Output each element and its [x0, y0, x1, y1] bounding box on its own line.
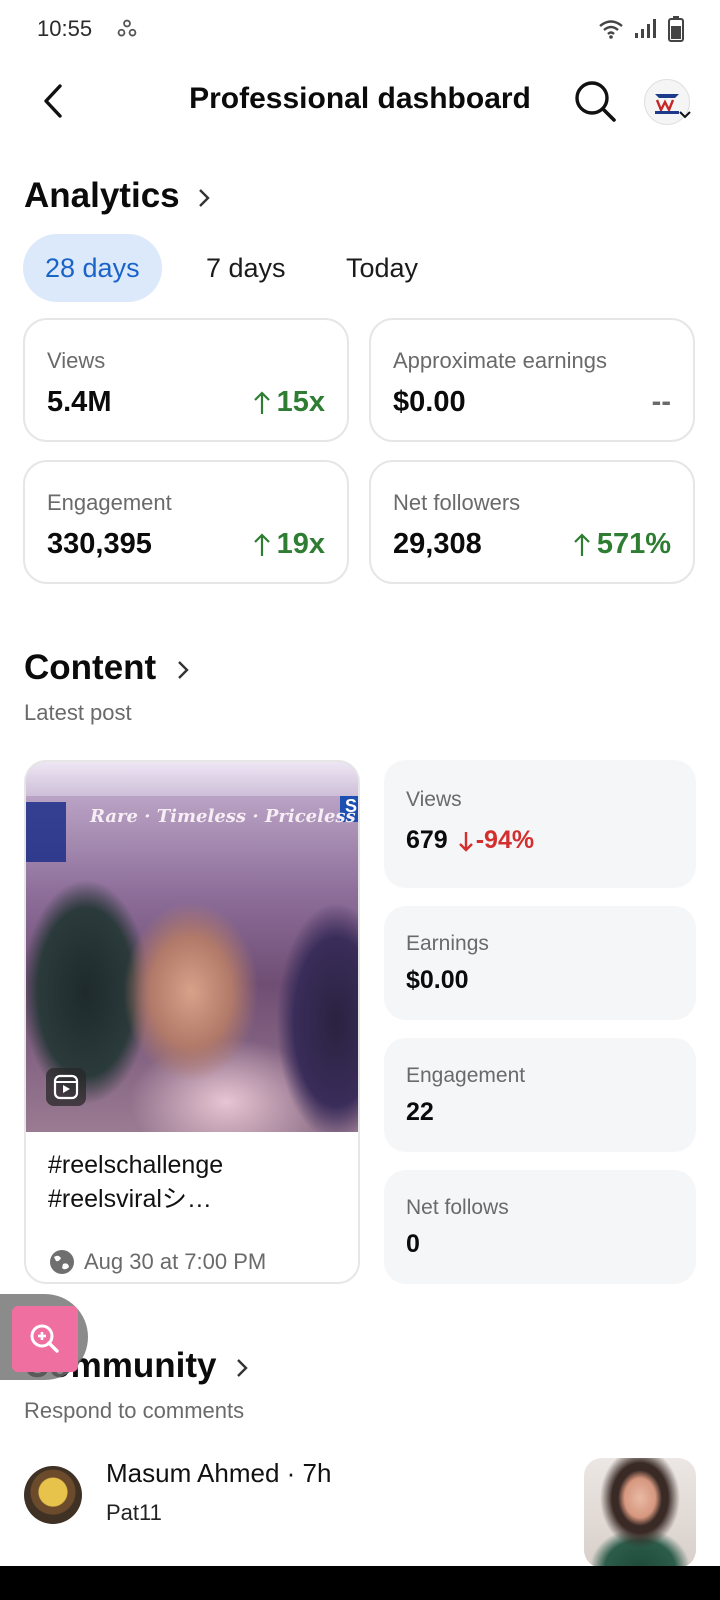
post-views-value: 679	[406, 826, 448, 854]
post-views-row: 679 -94%	[406, 826, 534, 855]
content-chevron-right-icon[interactable]	[175, 658, 191, 682]
post-earnings-label: Earnings	[406, 932, 489, 955]
reel-icon	[46, 1068, 86, 1106]
tab-today[interactable]: Today	[324, 234, 440, 302]
zoom-in-button[interactable]	[12, 1306, 78, 1372]
thumbnail-text: Rare · Timeless · Priceless	[90, 806, 356, 827]
tab-7-days[interactable]: 7 days	[184, 234, 308, 302]
post-earnings-stat[interactable]: Earnings $0.00	[384, 906, 696, 1020]
engagement-card[interactable]: Engagement 330,395 19x	[23, 460, 349, 584]
arrow-down-icon	[458, 831, 473, 852]
earnings-delta: --	[651, 386, 671, 418]
post-views-label: Views	[406, 788, 462, 811]
post-date-text: Aug 30 at 7:00 PM	[84, 1249, 267, 1274]
thumbnail-tag	[26, 802, 66, 862]
account-chevron-down-icon[interactable]	[678, 110, 692, 120]
zoom-in-icon	[30, 1324, 59, 1353]
sync-icon	[117, 19, 137, 37]
earnings-label: Approximate earnings	[393, 348, 608, 373]
arrow-up-icon	[574, 532, 590, 556]
content-title[interactable]: Content	[24, 648, 156, 688]
views-delta-value: 15x	[276, 386, 325, 418]
post-views-stat[interactable]: Views 679 -94%	[384, 760, 696, 888]
net-followers-label: Net followers	[393, 490, 521, 515]
post-engagement-value: 22	[406, 1098, 434, 1126]
content-subtitle: Latest post	[24, 700, 132, 725]
net-followers-delta: 571%	[573, 528, 671, 561]
engagement-label: Engagement	[47, 490, 172, 515]
views-label: Views	[47, 348, 106, 373]
arrow-up-icon	[253, 532, 270, 556]
comment-post-thumbnail[interactable]	[584, 1458, 696, 1568]
post-net-follows-value: 0	[406, 1230, 420, 1258]
analytics-title[interactable]: Analytics	[24, 176, 180, 216]
commenter-avatar[interactable]	[24, 1466, 82, 1524]
post-caption-line1: #reelschallenge	[48, 1151, 224, 1179]
wifi-icon	[599, 20, 623, 39]
globe-icon	[50, 1250, 74, 1274]
search-icon[interactable]	[572, 78, 618, 124]
post-views-delta: -94%	[458, 826, 534, 855]
post-thumbnail[interactable]: S Rare · Timeless · Priceless	[26, 762, 358, 1132]
commenter-name[interactable]: Masum Ahmed · 7h	[106, 1458, 331, 1489]
net-followers-delta-value: 571%	[596, 528, 671, 560]
post-engagement-label: Engagement	[406, 1064, 526, 1087]
views-delta: 15x	[253, 386, 325, 419]
views-value: 5.4M	[47, 386, 112, 418]
engagement-value: 330,395	[47, 528, 152, 560]
arrow-up-icon	[253, 390, 270, 414]
comment-text[interactable]: Pat11	[106, 1500, 162, 1526]
post-views-delta-value: -94%	[475, 826, 535, 854]
net-followers-card[interactable]: Net followers 29,308 571%	[369, 460, 695, 584]
post-caption: #reelschallenge #reelsviralシ…	[48, 1148, 338, 1216]
status-time: 10:55	[37, 16, 93, 41]
earnings-value: $0.00	[393, 386, 466, 418]
post-caption-line2: #reelsviralシ…	[48, 1185, 212, 1213]
engagement-delta-value: 19x	[276, 528, 325, 560]
battery-icon	[668, 16, 684, 42]
analytics-chevron-right-icon[interactable]	[196, 186, 212, 210]
net-followers-value: 29,308	[393, 528, 482, 560]
latest-post-card[interactable]: S Rare · Timeless · Priceless #reelschal…	[24, 760, 360, 1284]
earnings-card[interactable]: Approximate earnings $0.00 --	[369, 318, 695, 442]
status-icons	[598, 16, 684, 42]
engagement-delta: 19x	[253, 528, 325, 561]
post-earnings-value: $0.00	[406, 966, 469, 994]
community-subtitle: Respond to comments	[24, 1398, 245, 1423]
post-net-follows-label: Net follows	[406, 1196, 509, 1219]
signal-icon	[635, 19, 656, 38]
tab-28-days[interactable]: 28 days	[23, 234, 162, 302]
views-card[interactable]: Views 5.4M 15x	[23, 318, 349, 442]
post-net-follows-stat[interactable]: Net follows 0	[384, 1170, 696, 1284]
thumbnail-banner	[26, 762, 358, 796]
navigation-bar	[0, 1566, 720, 1600]
post-date: Aug 30 at 7:00 PM	[48, 1248, 266, 1276]
post-engagement-stat[interactable]: Engagement 22	[384, 1038, 696, 1152]
community-chevron-right-icon[interactable]	[234, 1356, 250, 1380]
